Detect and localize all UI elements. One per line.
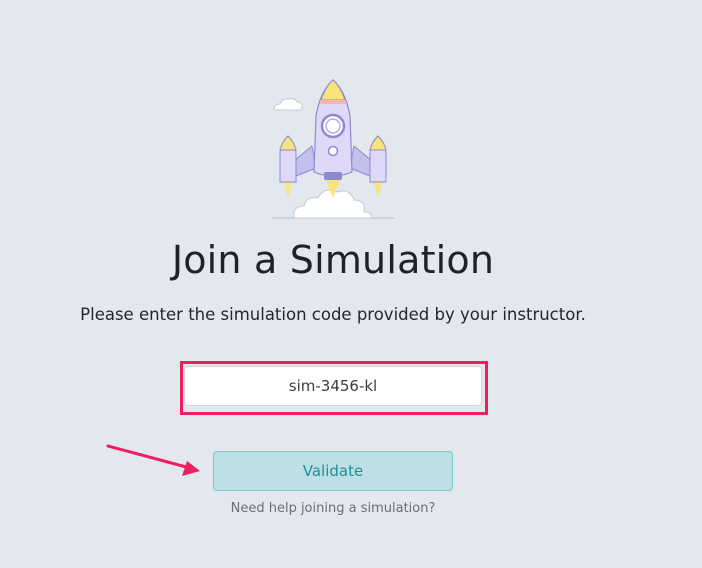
join-simulation-page: Join a Simulation Please enter the simul… [0,0,702,568]
help-joining-link[interactable]: Need help joining a simulation? [0,500,666,518]
validate-button[interactable]: Validate [213,451,453,491]
arrow-pointer-icon [106,444,200,476]
instructions-text: Please enter the simulation code provide… [80,305,586,324]
page-title: Join a Simulation [171,238,495,282]
rocket-launch-icon [272,79,394,219]
simulation-code-input[interactable] [184,366,482,406]
